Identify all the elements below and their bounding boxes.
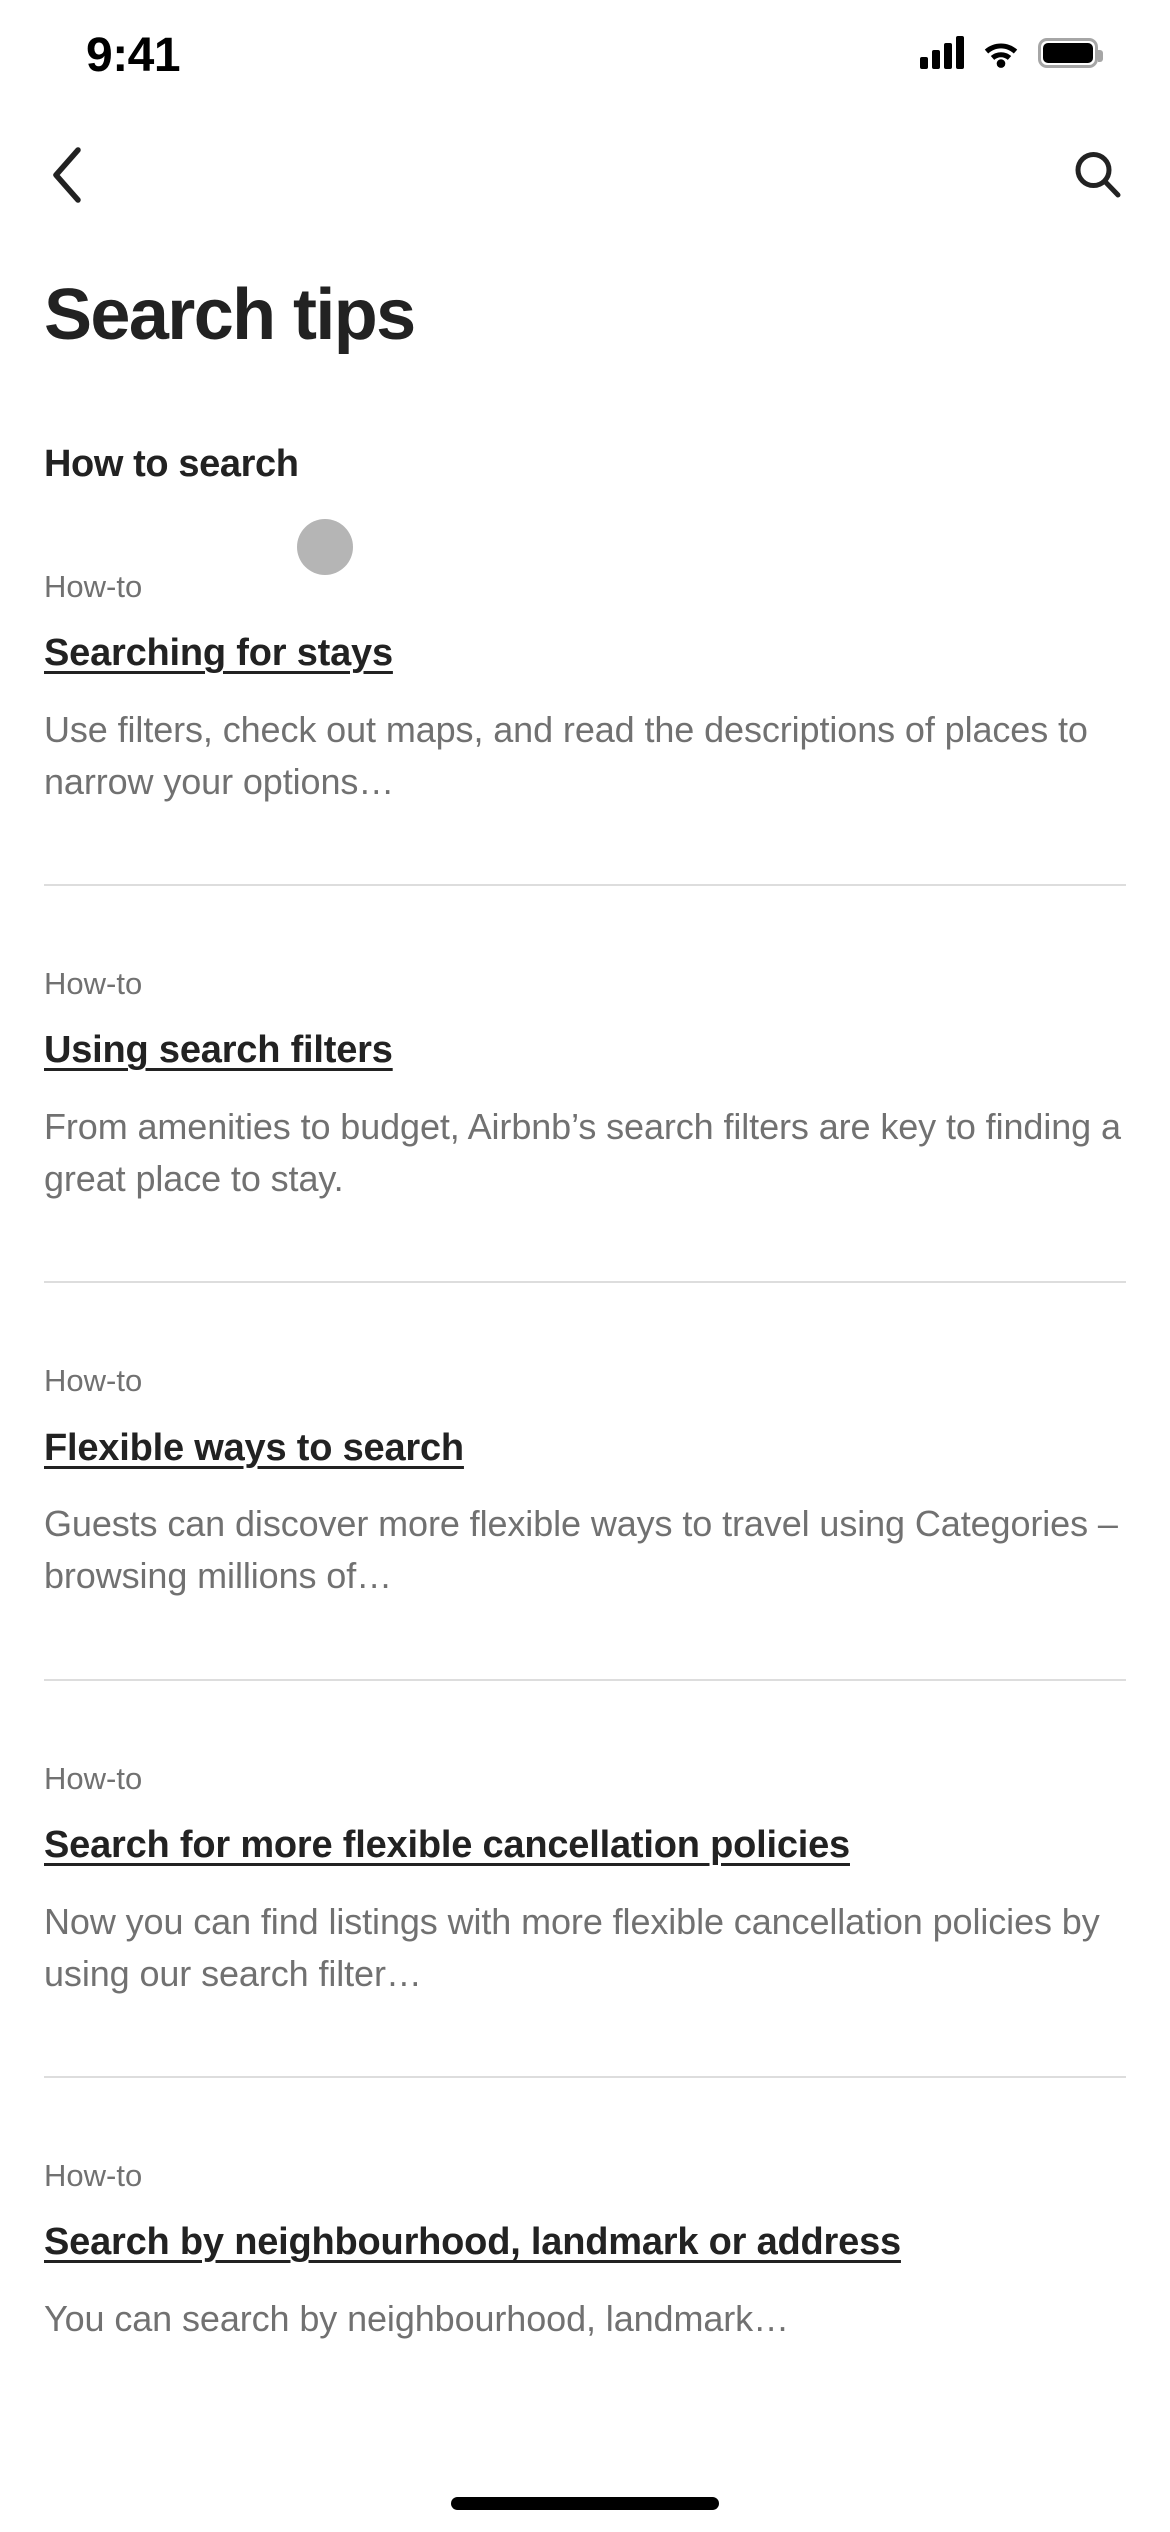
article-description: Use filters, check out maps, and read th… (44, 708, 1088, 802)
article-list: How-to Searching for stays Use filters, … (0, 489, 1170, 2345)
status-bar: 9:41 (0, 0, 1170, 120)
back-button[interactable] (36, 144, 100, 208)
article-kicker: How-to (44, 1363, 143, 1399)
search-button[interactable] (1066, 144, 1130, 208)
section-how-to-search: How to search (0, 355, 1170, 489)
article-title-wrap: Using search filters (44, 1026, 1126, 1075)
wifi-icon (980, 37, 1022, 69)
article-kicker: How-to (44, 568, 143, 604)
search-icon (1072, 149, 1124, 204)
article-title-link[interactable]: Flexible ways to search (44, 1427, 464, 1469)
phone-screen: 9:41 Search tips How to search How-to Se… (0, 0, 1170, 2532)
status-bar-time: 9:41 (86, 29, 181, 82)
list-item[interactable]: How-to Searching for stays Use filters, … (44, 489, 1126, 886)
home-indicator (451, 2497, 719, 2510)
article-title-wrap: Search by neighbourhood, landmark or add… (44, 2218, 1126, 2267)
article-kicker: How-to (44, 965, 143, 1001)
article-description: Guests can discover more flexible ways t… (44, 1503, 1118, 1597)
article-title-wrap: Flexible ways to search (44, 1424, 1126, 1473)
article-kicker: How-to (44, 1760, 143, 1796)
status-bar-indicators (920, 32, 1103, 74)
battery-icon (1038, 38, 1103, 68)
article-title-link[interactable]: Search for more flexible cancellation po… (44, 1824, 850, 1866)
article-title-link[interactable]: Using search filters (44, 1029, 393, 1071)
chevron-left-icon (48, 146, 88, 207)
cellular-signal-icon (920, 36, 964, 69)
navigation-bar (0, 120, 1170, 232)
article-title-wrap: Search for more flexible cancellation po… (44, 1821, 1126, 1870)
list-item[interactable]: How-to Flexible ways to search Guests ca… (44, 1283, 1126, 1681)
page-title: Search tips (44, 275, 416, 355)
section-heading: How to search (44, 443, 299, 486)
list-item[interactable]: How-to Search by neighbourhood, landmark… (44, 2078, 1126, 2345)
list-item[interactable]: How-to Search for more flexible cancella… (44, 1681, 1126, 2078)
article-description: From amenities to budget, Airbnb’s searc… (44, 1105, 1121, 1200)
article-title-link[interactable]: Searching for stays (44, 632, 393, 674)
article-kicker: How-to (44, 2157, 143, 2193)
article-title-link[interactable]: Search by neighbourhood, landmark or add… (44, 2221, 901, 2263)
list-item[interactable]: How-to Using search filters From ameniti… (44, 886, 1126, 1284)
article-description: Now you can find listings with more flex… (44, 1900, 1100, 1994)
article-title-wrap: Searching for stays (44, 629, 1126, 678)
article-description: You can search by neighbourhood, landmar… (44, 2297, 789, 2339)
